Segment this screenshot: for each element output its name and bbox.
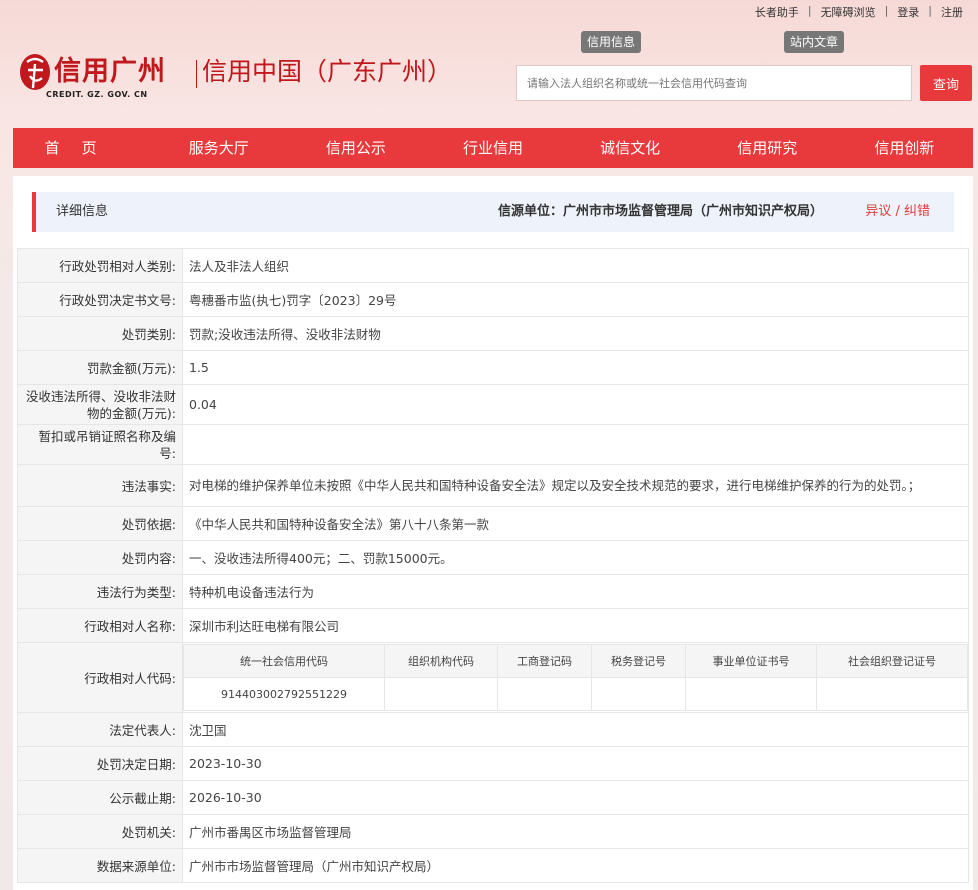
field-value: 罚款;没收违法所得、没收非法财物 [182,316,969,351]
nav-credit-publicity[interactable]: 信用公示 [287,128,424,168]
field-label: 违法事实: [17,464,183,507]
code-header-row: 统一社会信用代码 组织机构代码 工商登记码 税务登记号 事业单位证书号 社会组织… [183,644,968,678]
table-row: 违法行为类型: 特种机电设备违法行为 [17,574,969,609]
code-value [685,677,817,711]
code-header: 组织机构代码 [384,644,498,678]
field-label: 罚款金额(万元): [17,350,183,385]
table-row: 处罚依据: 《中华人民共和国特种设备安全法》第八十八条第一款 [17,506,969,541]
table-row: 行政处罚相对人类别: 法人及非法人组织 [17,248,969,283]
table-row: 数据来源单位: 广州市市场监督管理局（广州市知识产权局） [17,848,969,883]
field-value: 广州市市场监督管理局（广州市知识产权局） [182,848,969,883]
field-label: 行政处罚相对人类别: [17,248,183,283]
field-label: 违法行为类型: [17,574,183,609]
tab-credit-info[interactable]: 信用信息 [581,31,642,53]
elder-assistant-link[interactable]: 长者助手 [746,4,808,20]
logo-url-text: CREDIT. GZ. GOV. CN [46,90,148,99]
code-value [497,677,592,711]
login-link[interactable]: 登录 [888,4,928,20]
table-row: 处罚机关: 广州市番禺区市场监督管理局 [17,814,969,849]
field-value: 2023-10-30 [182,746,969,781]
field-label: 处罚内容: [17,540,183,575]
accessibility-link[interactable]: 无障碍浏览 [812,4,885,20]
table-row: 处罚类别: 罚款;没收违法所得、没收非法财物 [17,316,969,351]
table-row: 法定代表人: 沈卫国 [17,712,969,747]
search-input[interactable] [517,66,907,100]
field-label: 处罚机关: [17,814,183,849]
detail-panel: 详细信息 信源单位：广州市市场监督管理局（广州市知识产权局） 异议 / 纠错 行… [13,176,973,890]
code-value [591,677,686,711]
field-label: 处罚类别: [17,316,183,351]
field-value: 1.5 [182,350,969,385]
field-value: 《中华人民共和国特种设备安全法》第八十八条第一款 [182,506,969,541]
code-table: 统一社会信用代码 组织机构代码 工商登记码 税务登记号 事业单位证书号 社会组织… [183,644,968,711]
table-row: 处罚内容: 一、没收违法所得400元；二、罚款15000元。 [17,540,969,575]
field-label: 没收违法所得、没收非法财物的金额(万元): [17,384,183,425]
table-row: 处罚决定日期: 2023-10-30 [17,746,969,781]
table-row: 行政相对人代码: 统一社会信用代码 组织机构代码 工商登记码 税务登记号 事业单… [17,642,969,713]
field-label: 数据来源单位: [17,848,183,883]
search-button[interactable]: 查询 [920,65,972,101]
code-header: 统一社会信用代码 [183,644,385,678]
table-row: 公示截止期: 2026-10-30 [17,780,969,815]
table-row: 没收违法所得、没收非法财物的金额(万元): 0.04 [17,384,969,425]
detail-header: 详细信息 信源单位：广州市市场监督管理局（广州市知识产权局） 异议 / 纠错 [32,192,954,232]
nav-home[interactable]: 首页 [13,128,150,168]
field-label: 处罚依据: [17,506,183,541]
nav-service-hall[interactable]: 服务大厅 [150,128,287,168]
nav-credit-research[interactable]: 信用研究 [699,128,836,168]
field-value: 2026-10-30 [182,780,969,815]
code-header: 税务登记号 [591,644,686,678]
nav-integrity-culture[interactable]: 诚信文化 [562,128,699,168]
top-links: 长者助手 | 无障碍浏览 | 登录 | 注册 [746,4,972,20]
field-label: 行政相对人代码: [17,642,183,713]
field-label: 处罚决定日期: [17,746,183,781]
field-value: 对电梯的维护保养单位未按照《中华人民共和国特种设备安全法》规定以及安全技术规范的… [182,464,969,507]
field-label: 行政相对人名称: [17,608,183,643]
site-logo[interactable]: 信用广州 CREDIT. GZ. GOV. CN 信用中国（广东广州） [18,52,452,102]
register-link[interactable]: 注册 [932,4,972,20]
code-header: 事业单位证书号 [685,644,817,678]
code-value [816,677,968,711]
field-value: 法人及非法人组织 [182,248,969,283]
code-value [384,677,498,711]
field-value: 0.04 [182,384,969,425]
penalty-info-table: 行政处罚相对人类别: 法人及非法人组织 行政处罚决定书文号: 粤穗番市监(执七)罚字… [17,248,969,883]
source-unit: 信源单位：广州市市场监督管理局（广州市知识产权局） [497,204,823,219]
field-label: 行政处罚决定书文号: [17,282,183,317]
table-row: 罚款金额(万元): 1.5 [17,350,969,385]
code-value-row: 914403002792551229 [183,677,968,711]
field-value: 统一社会信用代码 组织机构代码 工商登记码 税务登记号 事业单位证书号 社会组织… [182,642,969,713]
field-value: 特种机电设备违法行为 [182,574,969,609]
field-value: 广州市番禺区市场监督管理局 [182,814,969,849]
code-value: 914403002792551229 [183,677,385,711]
table-row: 行政相对人名称: 深圳市利达旺电梯有限公司 [17,608,969,643]
field-value: 粤穗番市监(执七)罚字〔2023〕29号 [182,282,969,317]
code-header: 工商登记码 [497,644,592,678]
table-row: 违法事实: 对电梯的维护保养单位未按照《中华人民共和国特种设备安全法》规定以及安全… [17,464,969,507]
field-label: 公示截止期: [17,780,183,815]
table-row: 暂扣或吊销证照名称及编号: [17,424,969,465]
field-value [182,424,969,465]
field-value: 深圳市利达旺电梯有限公司 [182,608,969,643]
field-value: 沈卫国 [182,712,969,747]
tab-site-articles[interactable]: 站内文章 [784,31,845,53]
field-label: 暂扣或吊销证照名称及编号: [17,424,183,465]
nav-industry-credit[interactable]: 行业信用 [424,128,561,168]
detail-title: 详细信息 [56,204,109,219]
search-box [516,65,912,101]
code-header: 社会组织登记证号 [816,644,968,678]
logo-divider [196,60,197,88]
objection-correction-link[interactable]: 异议 / 纠错 [865,192,930,232]
field-label: 法定代表人: [17,712,183,747]
nav-credit-innovation[interactable]: 信用创新 [836,128,973,168]
main-nav: 首页 服务大厅 信用公示 行业信用 诚信文化 信用研究 信用创新 [13,128,973,168]
logo-main-text: 信用广州 [54,56,166,87]
field-value: 一、没收违法所得400元；二、罚款15000元。 [182,540,969,575]
logo-secondary-text: 信用中国（广东广州） [202,57,453,86]
table-row: 行政处罚决定书文号: 粤穗番市监(执七)罚字〔2023〕29号 [17,282,969,317]
